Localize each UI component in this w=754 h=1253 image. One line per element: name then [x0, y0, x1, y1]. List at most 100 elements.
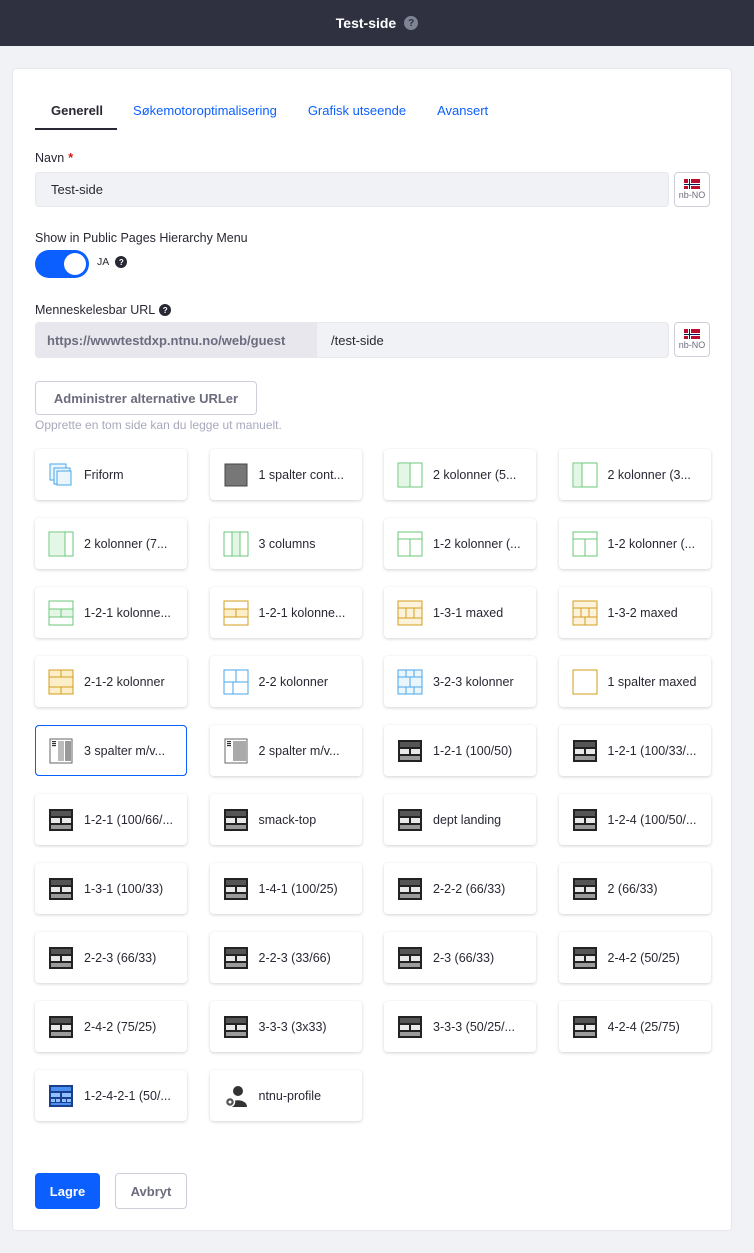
hierarchy-label: Show in Public Pages Hierarchy Menu: [35, 231, 248, 245]
layout-template-name: 2-2 kolonner: [258, 674, 329, 689]
two-columns-icon: [397, 462, 423, 488]
layout-template-name: 4-2-4 (25/75): [607, 1019, 680, 1034]
locale-label: nb-NO: [678, 340, 706, 350]
one-three-one-icon: [397, 600, 423, 626]
layout-template-tile[interactable]: 2 kolonner (5...: [384, 449, 536, 500]
layout-template-tile[interactable]: 2-1-2 kolonner: [35, 656, 187, 707]
page-settings-card: Generell Søkemotoroptimalisering Grafisk…: [12, 68, 732, 1231]
one-two-columns-icon: [572, 531, 598, 557]
name-label: Navn *: [35, 151, 73, 165]
one-column-icon: [223, 462, 249, 488]
tab-look-and-feel[interactable]: Grafisk utseende: [308, 99, 406, 130]
layout-template-grid: Friform 1 spalter cont... 2 kolonner (5...…: [35, 449, 711, 1121]
layout-template-tile[interactable]: 3 columns: [209, 518, 362, 569]
layout-template-tile[interactable]: 1-3-1 maxed: [384, 587, 536, 638]
layout-template-name: 2-1-2 kolonner: [84, 674, 165, 689]
two-col-side-icon: [223, 738, 249, 764]
required-mark: *: [68, 151, 74, 165]
layout-template-name: 1 spalter cont...: [258, 467, 344, 482]
hierarchy-toggle[interactable]: [35, 250, 89, 278]
freeform-icon: [48, 462, 74, 488]
layout-template-name: 2 spalter m/v...: [258, 743, 340, 758]
blue-layout-icon: [48, 1083, 74, 1109]
help-icon[interactable]: ?: [115, 256, 128, 268]
layout-template-name: Friform: [84, 467, 124, 482]
layout-template-tile[interactable]: 1-3-1 (100/33): [35, 863, 187, 914]
tab-generell[interactable]: Generell: [35, 99, 118, 130]
dark-layout-icon: [397, 945, 423, 971]
layout-template-tile[interactable]: 2 spalter m/v...: [209, 725, 362, 776]
layout-template-name: 1-3-1 maxed: [433, 605, 504, 620]
cancel-button[interactable]: Avbryt: [115, 1173, 187, 1209]
layout-template-name: 1-2-1 (100/33/...: [607, 743, 697, 758]
layout-template-tile[interactable]: 1-2-4 (100/50/...: [558, 794, 711, 845]
dark-layout-icon: [48, 945, 74, 971]
three-two-three-icon: [397, 669, 423, 695]
tab-advanced[interactable]: Avansert: [437, 99, 488, 130]
help-icon[interactable]: ?: [404, 16, 419, 30]
layout-template-name: 1-2 kolonner (...: [433, 536, 521, 551]
layout-template-name: 1-2-1 (100/66/...: [84, 812, 173, 827]
layout-template-name: 2 kolonner (5...: [433, 467, 517, 482]
layout-template-tile[interactable]: 1 spalter maxed: [558, 656, 711, 707]
name-locale-button[interactable]: nb-NO: [674, 172, 710, 207]
layout-template-tile[interactable]: 3-3-3 (50/25/...: [384, 1001, 536, 1052]
layout-template-tile[interactable]: 1-2 kolonner (...: [384, 518, 536, 569]
layout-template-tile[interactable]: 1-4-1 (100/25): [209, 863, 362, 914]
tab-bar: Generell Søkemotoroptimalisering Grafisk…: [35, 99, 519, 130]
two-columns-icon: [48, 531, 74, 557]
layout-template-tile[interactable]: 2-2-3 (33/66): [209, 932, 362, 983]
layout-template-name: 2-2-3 (33/66): [258, 950, 331, 965]
layout-template-tile[interactable]: smack-top: [209, 794, 362, 845]
layout-template-tile[interactable]: 2 kolonner (7...: [35, 518, 187, 569]
name-input[interactable]: Test-side: [35, 172, 669, 207]
layout-template-tile[interactable]: 1-3-2 maxed: [558, 587, 711, 638]
layout-template-tile[interactable]: dept landing: [384, 794, 536, 845]
profile-gear-icon: [223, 1083, 249, 1109]
three-col-side-icon: [48, 738, 74, 764]
layout-template-tile[interactable]: 1-2-1 kolonne...: [209, 587, 362, 638]
layout-template-tile[interactable]: 1-2-1 kolonne...: [35, 587, 187, 638]
layout-template-tile[interactable]: 2-4-2 (75/25): [35, 1001, 187, 1052]
layout-template-tile[interactable]: 2-2-3 (66/33): [35, 932, 187, 983]
layout-template-tile[interactable]: 1-2-1 (100/50): [384, 725, 536, 776]
tab-seo[interactable]: Søkemotoroptimalisering: [133, 99, 277, 130]
one-two-one-icon: [48, 600, 74, 626]
layout-template-name: dept landing: [433, 812, 502, 827]
layout-template-tile[interactable]: 2 kolonner (3...: [558, 449, 711, 500]
layout-template-tile[interactable]: 4-2-4 (25/75): [558, 1001, 711, 1052]
layout-template-tile[interactable]: 3 spalter m/v...: [35, 725, 187, 776]
dark-layout-icon: [572, 876, 598, 902]
layout-template-tile[interactable]: 1-2-1 (100/33/...: [558, 725, 711, 776]
layout-template-tile[interactable]: 2-3 (66/33): [384, 932, 536, 983]
layout-template-name: 1-2-1 kolonne...: [258, 605, 346, 620]
locale-label: nb-NO: [678, 190, 706, 200]
help-icon[interactable]: ?: [159, 304, 172, 316]
dark-layout-icon: [223, 807, 249, 833]
layout-template-tile[interactable]: Friform: [35, 449, 187, 500]
manage-alternative-urls-button[interactable]: Administrer alternative URLer: [35, 381, 257, 415]
layout-template-name: 1-3-2 maxed: [607, 605, 678, 620]
url-input-value: /test-side: [331, 332, 384, 348]
url-locale-button[interactable]: nb-NO: [674, 322, 710, 357]
layout-template-name: 2 (66/33): [607, 881, 658, 896]
layout-template-tile[interactable]: 3-3-3 (3x33): [209, 1001, 362, 1052]
dark-layout-icon: [397, 738, 423, 764]
layout-template-name: smack-top: [258, 812, 317, 827]
layout-template-tile[interactable]: 3-2-3 kolonner: [384, 656, 536, 707]
layout-template-tile[interactable]: 1-2-1 (100/66/...: [35, 794, 187, 845]
save-button[interactable]: Lagre: [35, 1173, 100, 1209]
layout-template-tile[interactable]: 1-2 kolonner (...: [558, 518, 711, 569]
layout-template-tile[interactable]: 2-4-2 (50/25): [558, 932, 711, 983]
layout-template-tile[interactable]: 2 (66/33): [558, 863, 711, 914]
friendly-url-input[interactable]: /test-side: [317, 322, 669, 358]
layout-template-name: 2-4-2 (50/25): [607, 950, 680, 965]
layout-template-tile[interactable]: 1-2-4-2-1 (50/...: [35, 1070, 187, 1121]
dark-layout-icon: [223, 876, 249, 902]
layout-template-tile[interactable]: 1 spalter cont...: [209, 449, 362, 500]
layout-template-tile[interactable]: ntnu-profile: [209, 1070, 362, 1121]
template-hint: Opprette en tom side kan du legge ut man…: [35, 418, 282, 432]
layout-template-tile[interactable]: 2-2 kolonner: [209, 656, 362, 707]
toggle-state: JA ?: [97, 256, 128, 268]
layout-template-tile[interactable]: 2-2-2 (66/33): [384, 863, 536, 914]
